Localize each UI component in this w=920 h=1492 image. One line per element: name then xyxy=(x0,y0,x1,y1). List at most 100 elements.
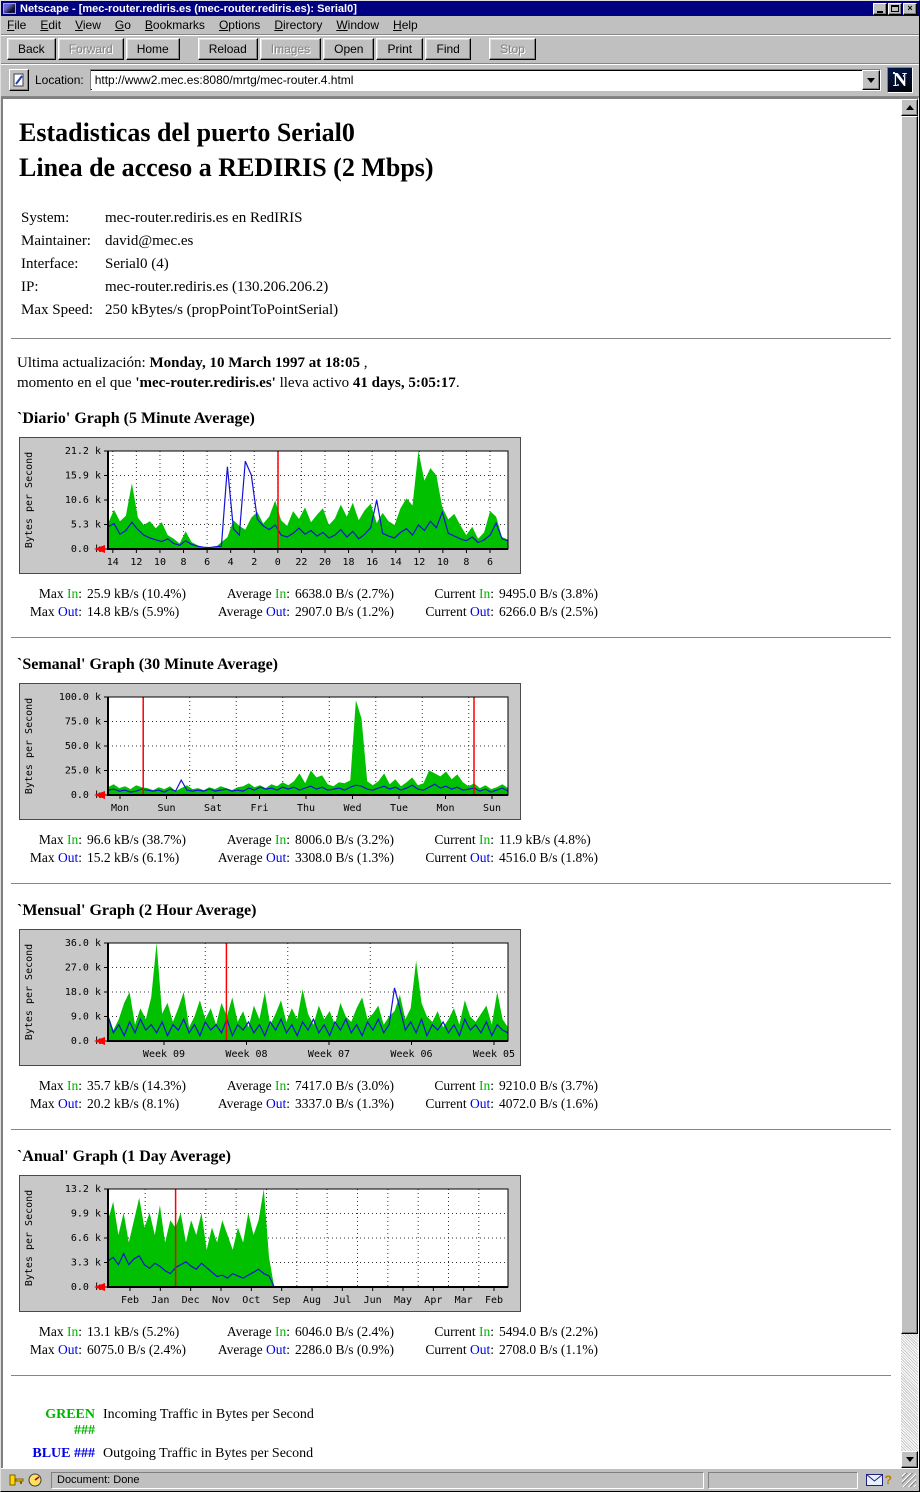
menu-file[interactable]: File xyxy=(7,18,26,32)
stat-value: 35.7 kB/s (14.3%) xyxy=(87,1077,203,1095)
svg-text:8: 8 xyxy=(181,557,187,568)
info-label: Interface: xyxy=(21,253,105,276)
minimize-button[interactable] xyxy=(873,3,887,15)
chart-weekly: 100.0 k75.0 k50.0 k25.0 k0.0 kMonSunSatF… xyxy=(20,684,520,819)
traffic-stats-table: Max In:13.1 kB/s (5.2%)Average In:6046.0… xyxy=(15,1323,623,1359)
info-row: IP:mec-router.rediris.es (130.206.206.2) xyxy=(21,276,338,299)
stat-direction: Out xyxy=(470,850,490,865)
menu-edit[interactable]: Edit xyxy=(40,18,61,32)
stat-label: Current In: xyxy=(411,1323,499,1341)
mail-area[interactable]: ? xyxy=(862,1472,896,1489)
uptime-suffix: . xyxy=(456,375,460,391)
page-title: Estadisticas del puerto Serial0 Linea de… xyxy=(19,115,901,185)
info-label: Max Speed: xyxy=(21,299,105,322)
svg-text:Bytes per Second: Bytes per Second xyxy=(24,452,35,548)
svg-text:9.9 k: 9.9 k xyxy=(71,1209,101,1220)
svg-text:Bytes per Second: Bytes per Second xyxy=(24,1190,35,1286)
bookmark-page-icon[interactable] xyxy=(9,69,29,91)
location-bar: Location: N xyxy=(1,64,919,97)
stats-row: Max Out:15.2 kB/s (6.1%)Average Out:3308… xyxy=(15,849,623,867)
back-button[interactable]: Back xyxy=(7,38,56,60)
progress-gauge-icon xyxy=(27,1473,43,1487)
divider xyxy=(11,637,891,639)
resize-grip[interactable] xyxy=(902,1473,916,1487)
menu-window[interactable]: Window xyxy=(336,18,379,32)
location-dropdown-button[interactable] xyxy=(862,70,880,90)
svg-text:16: 16 xyxy=(366,557,378,568)
svg-text:6.6 k: 6.6 k xyxy=(71,1233,101,1244)
graph-section-heading: `Mensual' Graph (2 Hour Average) xyxy=(17,902,901,920)
svg-text:12: 12 xyxy=(130,557,142,568)
stat-label: Current Out: xyxy=(411,603,499,621)
stat-direction: Out xyxy=(470,1342,490,1357)
scroll-down-button[interactable] xyxy=(901,1451,918,1468)
title-bar[interactable]: Netscape - [mec-router.rediris.es (mec-r… xyxy=(1,1,919,16)
svg-text:15.9 k: 15.9 k xyxy=(65,471,101,482)
home-button[interactable]: Home xyxy=(126,38,180,60)
toolbar: BackForwardHomeReloadImagesOpenPrintFind… xyxy=(1,35,919,64)
menu-help[interactable]: Help xyxy=(393,18,418,32)
graph-section: `Anual' Graph (1 Day Average) 13.2 k 9.9 … xyxy=(3,1148,901,1377)
last-update-paragraph: Ultima actualización: Monday, 10 March 1… xyxy=(17,353,901,393)
graph-section-heading: `Anual' Graph (1 Day Average) xyxy=(17,1148,901,1166)
stat-label: Max Out: xyxy=(15,849,87,867)
find-button[interactable]: Find xyxy=(425,38,471,60)
stat-direction: Out xyxy=(470,1096,490,1111)
svg-text:100.0 k: 100.0 k xyxy=(59,692,101,703)
svg-text:Apr: Apr xyxy=(424,1295,442,1306)
open-button[interactable]: Open xyxy=(323,38,374,60)
netscape-logo[interactable]: N xyxy=(887,67,913,93)
arrow-down-icon xyxy=(906,1457,914,1466)
netscape-app-icon xyxy=(3,3,16,14)
svg-text:75.0 k: 75.0 k xyxy=(65,717,101,728)
scroll-up-button[interactable] xyxy=(901,99,918,116)
info-value: mec-router.rediris.es (130.206.206.2) xyxy=(105,276,338,299)
scrollbar-thumb[interactable] xyxy=(901,116,918,1334)
stat-label: Average Out: xyxy=(203,603,295,621)
svg-text:10: 10 xyxy=(437,557,449,568)
mailbox-icon[interactable] xyxy=(866,1474,883,1486)
uptime-prefix: momento en el que xyxy=(17,375,135,391)
stat-value: 25.9 kB/s (10.4%) xyxy=(87,585,203,603)
menu-view[interactable]: View xyxy=(75,18,101,32)
menu-bookmarks[interactable]: Bookmarks xyxy=(145,18,205,32)
stats-row: Max In:35.7 kB/s (14.3%)Average In:7417.… xyxy=(15,1077,623,1095)
legend-description: Outgoing Traffic in Bytes per Second xyxy=(103,1446,313,1462)
images-button: Images xyxy=(260,38,321,60)
divider xyxy=(11,1375,891,1377)
graph-section-heading: `Semanal' Graph (30 Minute Average) xyxy=(17,656,901,674)
maximize-button[interactable] xyxy=(888,3,902,15)
legend-color-key: GREEN ### xyxy=(23,1407,95,1439)
print-button[interactable]: Print xyxy=(376,38,423,60)
mrtg-graph-image: 21.2 k15.9 k10.6 k5.3 k0.0 k141210864202… xyxy=(19,437,521,574)
traffic-stats-table: Max In:35.7 kB/s (14.3%)Average In:7417.… xyxy=(15,1077,623,1113)
security-key-icon[interactable] xyxy=(8,1473,24,1487)
menu-options[interactable]: Options xyxy=(219,18,260,32)
menu-go[interactable]: Go xyxy=(115,18,131,32)
location-input[interactable] xyxy=(91,71,862,89)
stat-label: Current Out: xyxy=(411,849,499,867)
stat-direction: In xyxy=(67,586,78,601)
graph-section: `Diario' Graph (5 Minute Average) 21.2 k… xyxy=(3,410,901,639)
scrollbar-track[interactable] xyxy=(901,1334,918,1451)
info-row: Max Speed:250 kBytes/s (propPointToPoint… xyxy=(21,299,338,322)
svg-text:Nov: Nov xyxy=(212,1295,230,1306)
svg-text:Mar: Mar xyxy=(455,1295,473,1306)
stat-direction: Out xyxy=(58,1096,78,1111)
close-button[interactable]: × xyxy=(903,3,917,15)
stat-direction: In xyxy=(479,586,490,601)
stat-direction: In xyxy=(479,1324,490,1339)
mrtg-graph-image: 13.2 k9.9 k6.6 k3.3 k0.0 kFebJanDecNovOc… xyxy=(19,1175,521,1312)
help-question-icon: ? xyxy=(885,1473,892,1487)
stat-label: Current Out: xyxy=(411,1095,499,1113)
vertical-scrollbar[interactable] xyxy=(901,99,918,1468)
svg-text:13.2 k: 13.2 k xyxy=(65,1184,101,1195)
menu-directory[interactable]: Directory xyxy=(274,18,322,32)
stat-value: 4072.0 B/s (1.6%) xyxy=(499,1095,623,1113)
reload-button[interactable]: Reload xyxy=(198,38,258,60)
stats-row: Max Out:14.8 kB/s (5.9%)Average Out:2907… xyxy=(15,603,623,621)
stat-label: Average In: xyxy=(203,831,295,849)
interface-info-table: System:mec-router.rediris.es en RedIRISM… xyxy=(21,207,338,322)
svg-text:22: 22 xyxy=(295,557,307,568)
svg-text:Sep: Sep xyxy=(273,1295,291,1306)
